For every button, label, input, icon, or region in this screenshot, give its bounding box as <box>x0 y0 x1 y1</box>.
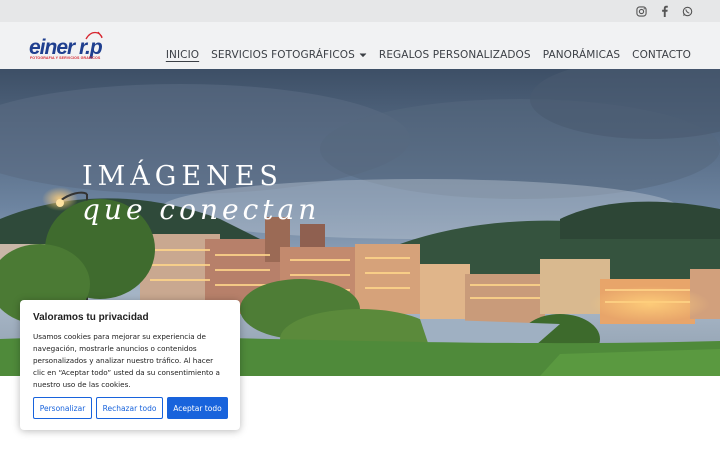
cookie-title: Valoramos tu privacidad <box>33 312 149 323</box>
nav-item-inicio[interactable]: INICIO <box>166 49 199 61</box>
nav-label: SERVICIOS FOTOGRÁFICOS <box>211 49 355 61</box>
main-nav: INICIO SERVICIOS FOTOGRÁFICOS REGALOS PE… <box>166 49 691 61</box>
reject-all-button[interactable]: Rechazar todo <box>96 397 163 419</box>
nav-label: PANORÁMICAS <box>542 49 621 61</box>
site-logo[interactable]: einer r.p FOTOGRAFIA Y SERVICIOS GRAFICO… <box>28 30 108 62</box>
top-bar <box>0 0 720 22</box>
nav-label: CONTACTO <box>632 49 691 61</box>
nav-label: REGALOS PERSONALIZADOS <box>378 49 531 61</box>
site-header: einer r.p FOTOGRAFIA Y SERVICIOS GRAFICO… <box>0 22 720 69</box>
accept-all-button[interactable]: Aceptar todo <box>167 397 228 419</box>
hero-headline-line1: IMÁGENES <box>82 161 283 192</box>
whatsapp-icon[interactable] <box>680 4 694 18</box>
customize-button[interactable]: Personalizar <box>33 397 92 419</box>
nav-item-panoramicas[interactable]: PANORÁMICAS <box>543 49 620 61</box>
nav-item-regalos[interactable]: REGALOS PERSONALIZADOS <box>379 49 531 61</box>
cookie-buttons: Personalizar Rechazar todo Aceptar todo <box>33 397 228 419</box>
cookie-description: Usamos cookies para mejorar su experienc… <box>33 332 220 389</box>
hero-headline-line2: que conectan <box>82 193 321 226</box>
nav-item-contacto[interactable]: CONTACTO <box>632 49 691 61</box>
social-links <box>634 4 694 18</box>
nav-label: INICIO <box>165 49 200 61</box>
logo-subtext: FOTOGRAFIA Y SERVICIOS GRAFICOS <box>30 56 101 60</box>
cookie-consent-dialog: Valoramos tu privacidad Usamos cookies p… <box>20 300 240 430</box>
instagram-icon[interactable] <box>634 4 648 18</box>
chevron-down-icon <box>359 49 367 61</box>
nav-item-servicios[interactable]: SERVICIOS FOTOGRÁFICOS <box>211 49 367 61</box>
facebook-icon[interactable] <box>657 4 671 18</box>
